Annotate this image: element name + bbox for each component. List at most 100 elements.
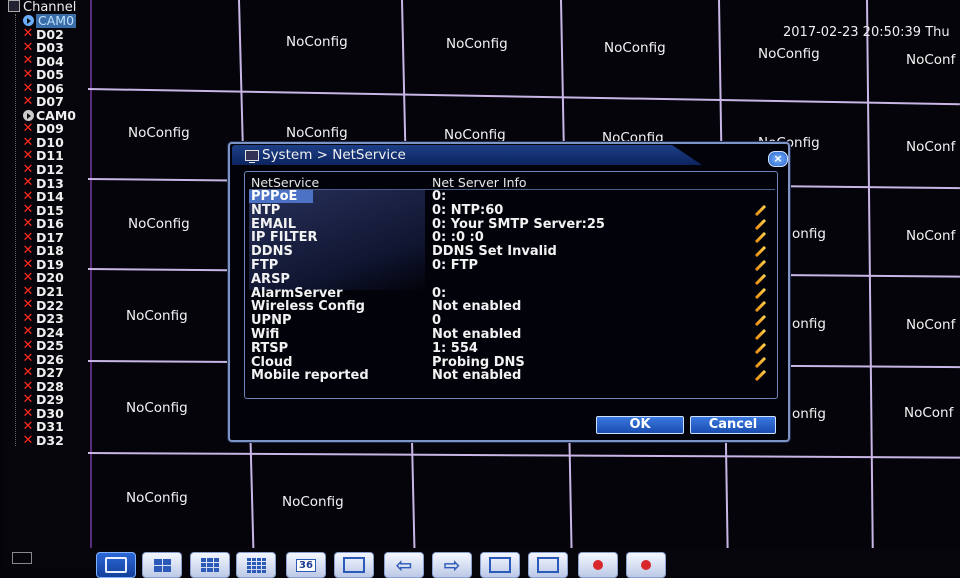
layout-1-button[interactable] [96,552,136,578]
channel-item-label: D14 [36,189,64,205]
service-name: Wireless Config [251,299,365,315]
netservice-row[interactable]: AlarmServer 0: [249,287,775,300]
channel-item-label: D19 [36,256,64,272]
close-button[interactable]: × [768,151,788,167]
netservice-row[interactable]: IP FILTER 0: :0 :0 [249,231,775,244]
single-view-icon [105,557,127,573]
netservice-row[interactable]: FTP 0: FTP [249,259,775,272]
channel-item-label: D05 [36,67,64,83]
channel-item-label: D26 [36,351,64,367]
service-name: IP FILTER [251,230,318,246]
cancel-button[interactable]: Cancel [690,416,776,434]
edit-pencil-icon[interactable] [755,219,767,231]
cell-status-label: NoConfig [286,34,348,50]
channel-offline-x-icon: ✕ [22,121,34,137]
cell-status-label: NoConf [906,317,956,333]
channel-item[interactable]: ✕ D07 [22,95,92,109]
service-name: FTP [251,258,279,273]
tree-collapse-icon[interactable] [8,0,20,12]
edit-pencil-icon[interactable] [755,343,767,355]
playback-icon [489,557,511,573]
layout-4-button[interactable] [142,552,182,578]
channel-item[interactable]: ✕ D31 [22,420,92,434]
cell-status-label: NoConfig [604,40,666,56]
tree-connector-line [15,14,16,446]
edit-pencil-icon[interactable] [755,301,767,313]
channel-offline-x-icon: ✕ [22,53,34,69]
netservice-row[interactable]: Wifi Not enabled [249,328,775,341]
previous-button[interactable]: ⇦ [384,552,424,578]
service-info: 0: NTP:60 [432,202,504,218]
edit-pencil-icon[interactable] [755,246,767,258]
channel-offline-x-icon: ✕ [22,215,34,231]
dialog-titlebar[interactable]: System > NetService × [232,145,788,167]
channel-item[interactable]: ✕ D20 [22,271,92,285]
record-button[interactable] [578,552,618,578]
channel-item-label: CAM0 [36,107,76,123]
netservice-table: NetService Net Server Info PPPoE 0: NTP 0: … [244,171,778,399]
layout-8-button[interactable] [190,552,230,578]
netservice-row[interactable]: RTSP 1: 554 [249,342,775,355]
header-net-server-info: Net Server Info [432,175,527,190]
service-name: ARSP [251,271,290,287]
next-button[interactable]: ⇨ [432,552,472,578]
edit-pencil-icon[interactable] [755,315,767,327]
service-name: UPNP [251,313,292,329]
channel-offline-x-icon: ✕ [22,405,34,421]
edit-pencil-icon[interactable] [755,260,767,272]
channel-item[interactable]: ✕ D18 [22,244,92,258]
channel-offline-x-icon: ✕ [22,94,34,110]
channel-offline-x-icon: ✕ [22,175,34,191]
netservice-row[interactable]: Mobile reported Not enabled [249,369,775,382]
edit-pencil-icon[interactable] [755,205,767,217]
channel-offline-x-icon: ✕ [22,148,34,164]
edit-pencil-icon[interactable] [755,288,767,300]
channel-item[interactable]: ✕ D32 [22,434,92,448]
netservice-row[interactable]: UPNP 0 [249,314,775,327]
netservice-row[interactable]: DDNS DDNS Set Invalid [249,245,775,258]
edit-pencil-icon[interactable] [755,232,767,244]
edit-pencil-icon[interactable] [755,357,767,369]
fullscreen-button[interactable] [334,552,374,578]
netservice-row[interactable]: ARSP [249,273,775,286]
cell-status-label: onfig [792,226,826,242]
channel-item-label: D32 [36,432,64,448]
record-config-button[interactable] [626,552,666,578]
edit-pencil-icon[interactable] [755,274,767,286]
ok-button[interactable]: OK [596,416,684,434]
channel-item-label: D04 [36,53,64,69]
monitor-button[interactable] [528,552,568,578]
edit-pencil-icon[interactable] [755,370,767,382]
playback-button[interactable] [480,552,520,578]
cell-status-label: NoConfig [446,36,508,52]
netservice-row[interactable]: Cloud Probing DNS [249,356,775,369]
channel-item[interactable]: ✕ D05 [22,68,92,82]
arrow-left-icon: ⇦ [395,553,413,577]
netservice-row[interactable]: EMAIL 0: Your SMTP Server:25 [249,218,775,231]
service-info: DDNS Set Invalid [432,244,557,260]
channel-offline-x-icon: ✕ [22,270,34,286]
layout-36-button[interactable]: 36 [286,552,326,578]
service-info: 0: Your SMTP Server:25 [432,216,605,232]
netservice-row[interactable]: Wireless Config Not enabled [249,300,775,313]
sidebar-scrollbar[interactable] [12,552,32,564]
record-config-icon [641,560,651,570]
channel-item[interactable]: ✕ D11 [22,149,92,163]
channel-item-label: D31 [36,419,64,435]
channel-offline-x-icon: ✕ [22,188,34,204]
channel-item[interactable]: ✕ D29 [22,393,92,407]
netservice-row[interactable]: PPPoE 0: [249,190,775,203]
channel-item[interactable]: ✕ D22 [22,298,92,312]
table-header: NetService Net Server Info [249,175,775,190]
channel-tree-title[interactable]: Channel [8,0,76,15]
channel-offline-x-icon: ✕ [22,80,34,96]
netservice-row[interactable]: NTP 0: NTP:60 [249,204,775,217]
channel-item[interactable]: ✕ D09 [22,122,92,136]
edit-pencil-icon[interactable] [755,329,767,341]
service-name: DDNS [251,244,293,260]
channel-item-label: D23 [36,311,64,327]
channel-offline-x-icon: ✕ [22,283,34,299]
layout-16-button[interactable] [236,552,276,578]
channel-item[interactable]: ✕ D27 [22,366,92,380]
channel-item[interactable]: ✕ D16 [22,217,92,231]
